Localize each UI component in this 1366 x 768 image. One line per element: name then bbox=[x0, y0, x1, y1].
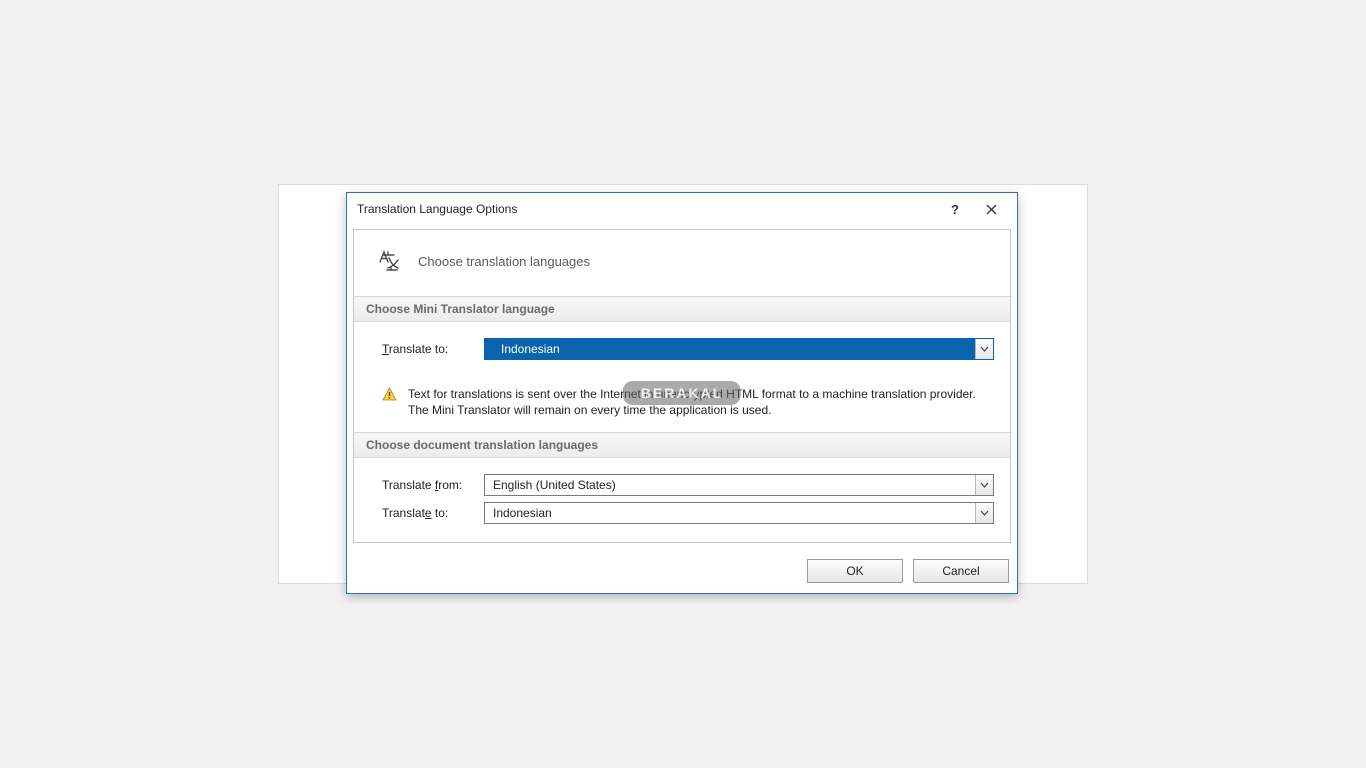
section-mini-translator-body: Translate to: Indonesian bbox=[354, 322, 1010, 378]
translation-options-dialog: Translation Language Options ? bbox=[346, 192, 1018, 594]
dialog-button-row: OK Cancel bbox=[347, 551, 1017, 593]
mini-translate-to-label: Translate to: bbox=[382, 342, 474, 356]
ok-button[interactable]: OK bbox=[807, 559, 903, 583]
doc-to-label-accelerator: e bbox=[425, 506, 432, 520]
chevron-down-icon bbox=[975, 503, 993, 523]
section-document-translation-body: Translate from: English (United States) … bbox=[354, 458, 1010, 542]
help-icon: ? bbox=[951, 202, 959, 217]
mini-translate-to-label-text: ranslate to: bbox=[389, 342, 448, 356]
doc-to-label-rest: to: bbox=[432, 506, 449, 520]
doc-translate-from-label: Translate from: bbox=[382, 478, 474, 492]
dialog-heading: Choose translation languages bbox=[418, 254, 590, 269]
close-icon bbox=[986, 204, 997, 215]
section-document-translation-title: Choose document translation languages bbox=[354, 432, 1010, 458]
translate-icon bbox=[372, 244, 406, 278]
dialog-titlebar: Translation Language Options ? bbox=[347, 193, 1017, 225]
chevron-down-icon bbox=[975, 339, 993, 359]
doc-translate-from-row: Translate from: English (United States) bbox=[382, 474, 994, 496]
help-button[interactable]: ? bbox=[937, 195, 973, 223]
doc-translate-from-value: English (United States) bbox=[485, 475, 975, 495]
mini-translate-to-value: Indonesian bbox=[485, 339, 975, 359]
doc-translate-to-label: Translate to: bbox=[382, 506, 474, 520]
doc-to-label-prefix: Translat bbox=[382, 506, 425, 520]
mini-translate-to-accelerator: T bbox=[382, 342, 389, 356]
doc-translate-to-combo[interactable]: Indonesian bbox=[484, 502, 994, 524]
chevron-down-icon bbox=[975, 475, 993, 495]
mini-translate-to-combo[interactable]: Indonesian bbox=[484, 338, 994, 360]
dialog-heading-row: Choose translation languages bbox=[354, 230, 1010, 296]
close-button[interactable] bbox=[973, 195, 1009, 223]
dialog-panel: Choose translation languages Choose Mini… bbox=[353, 229, 1011, 543]
warning-icon bbox=[382, 386, 398, 418]
doc-from-label-rest: rom: bbox=[438, 478, 462, 492]
warning-text: Text for translations is sent over the I… bbox=[408, 386, 994, 418]
doc-translate-to-row: Translate to: Indonesian bbox=[382, 502, 994, 524]
section-mini-translator-title: Choose Mini Translator language bbox=[354, 296, 1010, 322]
doc-from-label-prefix: Translate bbox=[382, 478, 435, 492]
cancel-button[interactable]: Cancel bbox=[913, 559, 1009, 583]
warning-row: Text for translations is sent over the I… bbox=[354, 378, 1010, 432]
doc-translate-from-combo[interactable]: English (United States) bbox=[484, 474, 994, 496]
dialog-title: Translation Language Options bbox=[357, 202, 937, 216]
doc-translate-to-value: Indonesian bbox=[485, 503, 975, 523]
mini-translate-to-row: Translate to: Indonesian bbox=[382, 338, 994, 360]
